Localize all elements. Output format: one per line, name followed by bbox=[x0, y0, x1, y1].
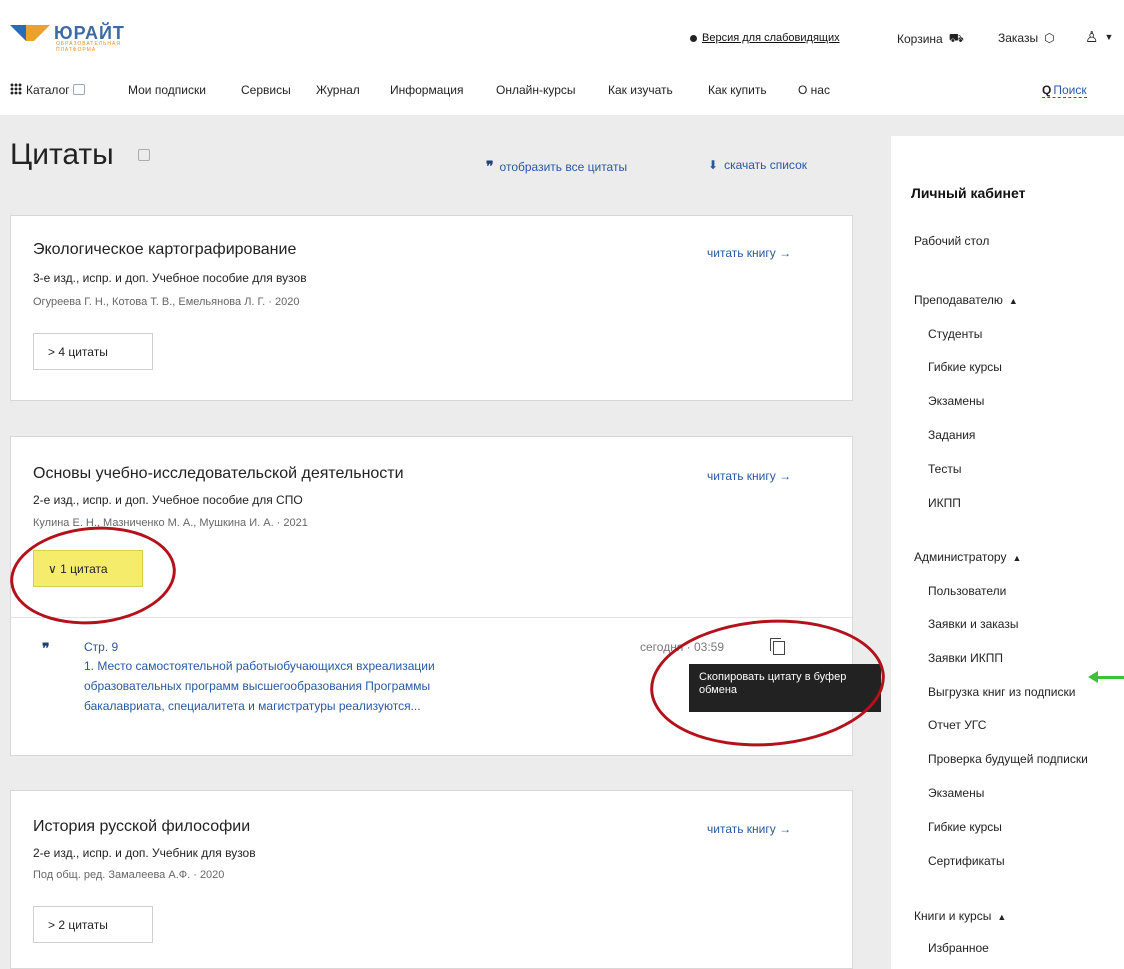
sidebar-item-desk[interactable]: Рабочий стол bbox=[914, 234, 989, 248]
quotes-toggle-button[interactable]: > 4 цитаты bbox=[33, 333, 153, 370]
quotes-toggle-button[interactable]: > 2 цитаты bbox=[33, 906, 153, 943]
accessibility-label: Версия для слабовидящих bbox=[702, 32, 840, 44]
user-icon: ♙ bbox=[1085, 29, 1099, 46]
quote-text[interactable]: 1. Место самостоятельной работыобучающих… bbox=[84, 656, 514, 716]
accessibility-link[interactable]: Версия для слабовидящих bbox=[690, 32, 840, 44]
sidebar-item[interactable]: Отчет УГС bbox=[928, 718, 986, 732]
sidebar-item[interactable]: ИКПП bbox=[928, 496, 961, 510]
book-authors: Огуреева Г. Н., Котова Т. В., Емельянова… bbox=[33, 296, 300, 308]
download-icon: ⬇ bbox=[708, 158, 719, 172]
group-label: Книги и курсы bbox=[914, 909, 992, 923]
sidebar-title: Личный кабинет bbox=[911, 185, 1026, 201]
nav-catalog[interactable]: Каталог bbox=[10, 83, 85, 97]
show-all-quotes-link[interactable]: ❞ отобразить все цитаты bbox=[486, 158, 627, 175]
cart-label: Корзина bbox=[897, 32, 943, 46]
nav-item[interactable]: Журнал bbox=[316, 83, 360, 97]
read-book-link[interactable]: читать книгу → bbox=[707, 246, 791, 260]
nav-item[interactable]: Как изучать bbox=[608, 83, 673, 97]
chevron-down-icon: ▼ bbox=[1104, 32, 1114, 42]
group-label: Администратору bbox=[914, 550, 1007, 564]
divider bbox=[11, 617, 852, 618]
quote-page[interactable]: Стр. 9 bbox=[84, 640, 118, 654]
info-icon bbox=[138, 149, 150, 161]
nav-catalog-label: Каталог bbox=[26, 83, 70, 97]
search-label: Поиск bbox=[1053, 83, 1087, 97]
logo-subtitle: ОБРАЗОВАТЕЛЬНАЯ ПЛАТФОРМА bbox=[56, 41, 121, 53]
sidebar-item[interactable]: Гибкие курсы bbox=[928, 360, 1002, 374]
search-link[interactable]: Q Поиск bbox=[1042, 83, 1087, 98]
sidebar-item[interactable]: Экзамены bbox=[928, 394, 984, 408]
sidebar-item[interactable]: Гибкие курсы bbox=[928, 820, 1002, 834]
nav-item[interactable]: О нас bbox=[798, 83, 830, 97]
caret-up-icon: ▲ bbox=[1008, 296, 1018, 306]
book-title[interactable]: Экологическое картографирование bbox=[33, 241, 296, 259]
book-authors: Кулина Е. Н., Мазниченко М. А., Мушкина … bbox=[33, 517, 308, 529]
quote-icon: ❞ bbox=[486, 158, 494, 174]
annotation-arrow bbox=[1088, 671, 1124, 683]
sidebar-item[interactable]: Экзамены bbox=[928, 786, 984, 800]
top-header: ЮРАЙТ ОБРАЗОВАТЕЛЬНАЯ ПЛАТФОРМА Версия д… bbox=[0, 0, 1124, 70]
book-title[interactable]: Основы учебно-исследовательской деятельн… bbox=[33, 465, 404, 483]
nav-item[interactable]: Информация bbox=[390, 83, 463, 97]
nav-item[interactable]: Сервисы bbox=[241, 83, 291, 97]
sidebar-item[interactable]: Сертификаты bbox=[928, 854, 1005, 868]
show-all-label: отобразить все цитаты bbox=[499, 159, 628, 174]
group-label: Преподавателю bbox=[914, 293, 1003, 307]
urait-logo[interactable]: ЮРАЙТ ОБРАЗОВАТЕЛЬНАЯ ПЛАТФОРМА bbox=[10, 23, 125, 53]
logo-name: ЮРАЙТ bbox=[54, 23, 125, 43]
user-menu[interactable]: ♙ ▼ bbox=[1085, 28, 1113, 46]
caret-up-icon: ▲ bbox=[997, 912, 1007, 922]
sidebar-group-admin[interactable]: Администратору ▲ bbox=[914, 550, 1021, 564]
download-label: скачать список bbox=[724, 158, 807, 172]
download-list-link[interactable]: ⬇ скачать список bbox=[708, 158, 807, 172]
book-edition: 2-е изд., испр. и доп. Учебное пособие д… bbox=[33, 493, 303, 507]
logo-icon bbox=[10, 25, 50, 41]
sidebar-item[interactable]: Пользователи bbox=[928, 584, 1006, 598]
cart-link[interactable]: Корзина ⛟ bbox=[897, 31, 964, 47]
search-icon: Q bbox=[1042, 83, 1052, 97]
sidebar-group-books[interactable]: Книги и курсы ▲ bbox=[914, 909, 1006, 923]
sidebar-item[interactable]: Заявки и заказы bbox=[928, 617, 1018, 631]
box-icon: ⬡ bbox=[1044, 31, 1055, 45]
page-title: Цитаты bbox=[10, 138, 114, 171]
read-book-link[interactable]: читать книгу → bbox=[707, 469, 791, 483]
nav-item[interactable]: Как купить bbox=[708, 83, 767, 97]
book-edition: 3-е изд., испр. и доп. Учебное пособие д… bbox=[33, 271, 307, 285]
sidebar-item[interactable]: Студенты bbox=[928, 327, 982, 341]
quote-icon: ❞ bbox=[42, 640, 50, 656]
read-book-link[interactable]: читать книгу → bbox=[707, 822, 791, 836]
sidebar-group-teacher[interactable]: Преподавателю ▲ bbox=[914, 293, 1018, 307]
cart-icon: ⛟ bbox=[948, 31, 964, 45]
nav-item[interactable]: Мои подписки bbox=[128, 83, 206, 97]
book-authors: Под общ. ред. Замалеева А.Ф. · 2020 bbox=[33, 869, 225, 881]
caret-up-icon: ▲ bbox=[1012, 553, 1022, 563]
sidebar-item[interactable]: Заявки ИКПП bbox=[928, 651, 1003, 665]
nav-item[interactable]: Онлайн-курсы bbox=[496, 83, 576, 97]
book-title[interactable]: История русской философии bbox=[33, 818, 250, 836]
sidebar-item[interactable]: Избранное bbox=[928, 941, 989, 955]
sidebar-item[interactable]: Задания bbox=[928, 428, 975, 442]
info-icon bbox=[72, 84, 85, 95]
orders-label: Заказы bbox=[998, 31, 1039, 45]
sidebar-item[interactable]: Проверка будущей подписки bbox=[928, 752, 1088, 766]
sidebar-item[interactable]: Выгрузка книг из подписки bbox=[928, 685, 1075, 699]
sidebar-item[interactable]: Тесты bbox=[928, 462, 961, 476]
book-edition: 2-е изд., испр. и доп. Учебник для вузов bbox=[33, 846, 256, 860]
eye-icon bbox=[690, 34, 697, 42]
orders-link[interactable]: Заказы ⬡ bbox=[998, 31, 1055, 45]
main-nav: Каталог Мои подписки Сервисы Журнал Инфо… bbox=[0, 75, 1124, 105]
grid-icon bbox=[10, 83, 22, 95]
